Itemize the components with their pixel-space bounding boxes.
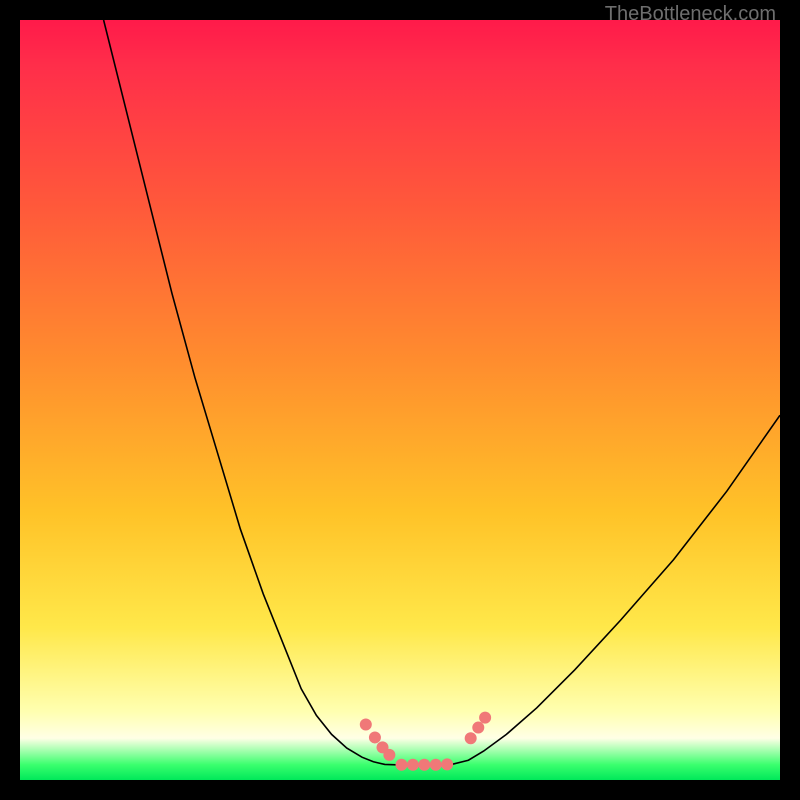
marker-bottom-marker-1: [396, 759, 408, 771]
marker-right-marker-2: [472, 722, 484, 734]
marker-left-marker-1: [360, 719, 372, 731]
marker-right-marker-3: [479, 712, 491, 724]
marker-right-marker-1: [465, 732, 477, 744]
marker-bottom-marker-3: [418, 759, 430, 771]
marker-bottom-marker-4: [430, 759, 442, 771]
marker-left-marker-4: [383, 749, 395, 761]
chart-svg: [20, 20, 780, 780]
series-left-curve: [104, 20, 397, 765]
marker-layer: [360, 712, 491, 771]
marker-bottom-marker-5: [441, 758, 453, 770]
plot-area: [20, 20, 780, 780]
marker-bottom-marker-2: [407, 759, 419, 771]
curve-layer: [104, 20, 780, 765]
series-right-curve: [442, 415, 780, 765]
marker-left-marker-2: [369, 731, 381, 743]
chart-frame: TheBottleneck.com: [0, 0, 800, 800]
